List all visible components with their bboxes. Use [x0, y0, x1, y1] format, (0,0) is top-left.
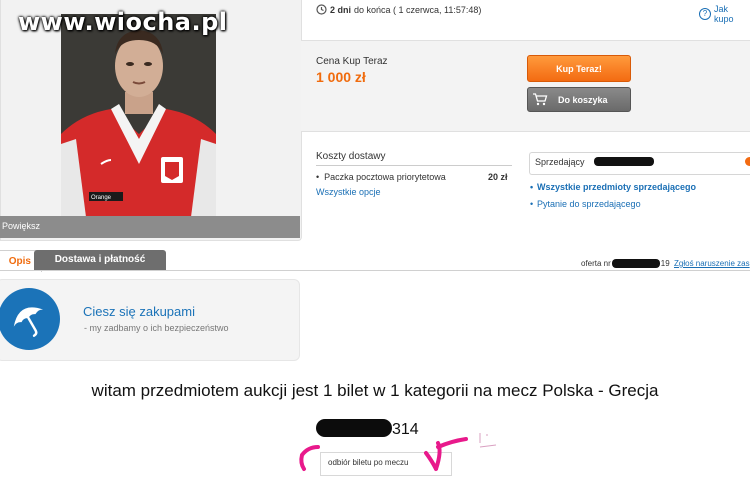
seller-all-items-link[interactable]: • Wszystkie przedmioty sprzedającego — [530, 182, 696, 192]
seller-toggle-icon[interactable] — [745, 157, 750, 166]
time-left-end: do końca ( 1 czerwca, 11:57:48) — [354, 4, 482, 15]
offer-suffix: 19 — [660, 259, 670, 268]
product-photo[interactable]: Orange — [61, 14, 216, 217]
how-to-buy-link[interactable]: ? Jak kupo — [699, 4, 750, 24]
shipping-method: • Paczka pocztowa priorytetowa — [316, 172, 446, 182]
enlarge-label[interactable]: Powiększ — [2, 221, 40, 231]
tab-divider — [0, 270, 750, 271]
ask-seller-link[interactable]: • Pytanie do sprzedającego — [530, 199, 641, 209]
shipping-divider — [316, 165, 512, 166]
seller-label: Sprzedający — [535, 157, 585, 167]
shipping-price: 20 zł — [488, 172, 508, 182]
report-violation-link[interactable]: Zgłoś naruszenie zas — [674, 259, 750, 268]
ask-seller-label[interactable]: Pytanie do sprzedającego — [537, 199, 641, 209]
clock-icon — [316, 4, 327, 15]
price-value: 1 000 zł — [316, 69, 366, 85]
safety-subtitle: - my zadbamy o ich bezpieczeństwo — [84, 323, 229, 333]
all-options-link[interactable]: Wszystkie opcje — [316, 187, 381, 197]
how-to-buy-label[interactable]: Jak kupo — [714, 4, 750, 24]
buy-now-button[interactable]: Kup Teraz! — [527, 55, 631, 82]
enlarge-bar[interactable] — [0, 216, 300, 238]
site-watermark: www.wiocha.pl — [18, 8, 228, 36]
tab-delivery-payment[interactable]: Dostawa i płatność — [34, 250, 166, 270]
cart-icon — [533, 93, 548, 106]
offer-number: oferta nr 19 — [581, 259, 670, 268]
handdrawn-doodle — [299, 433, 497, 471]
time-left: 2 dni do końca ( 1 czerwca, 11:57:48) — [316, 4, 481, 15]
price-label: Cena Kup Teraz — [316, 56, 388, 67]
svg-text:Orange: Orange — [91, 195, 112, 201]
shipping-method-label: Paczka pocztowa priorytetowa — [324, 172, 446, 182]
question-icon: ? — [699, 8, 711, 20]
offer-number-redacted — [611, 259, 660, 268]
time-left-days: 2 dni — [330, 4, 352, 15]
buy-box — [301, 40, 750, 132]
offer-prefix: oferta nr — [581, 259, 611, 268]
umbrella-icon — [0, 288, 60, 350]
safety-title: Ciesz się zakupami — [83, 304, 195, 319]
seller-all-items-label[interactable]: Wszystkie przedmioty sprzedającego — [537, 182, 696, 192]
shipping-title: Koszty dostawy — [316, 151, 386, 162]
seller-name-redacted — [594, 157, 654, 166]
description-text: witam przedmiotem aukcji jest 1 bilet w … — [91, 381, 659, 400]
